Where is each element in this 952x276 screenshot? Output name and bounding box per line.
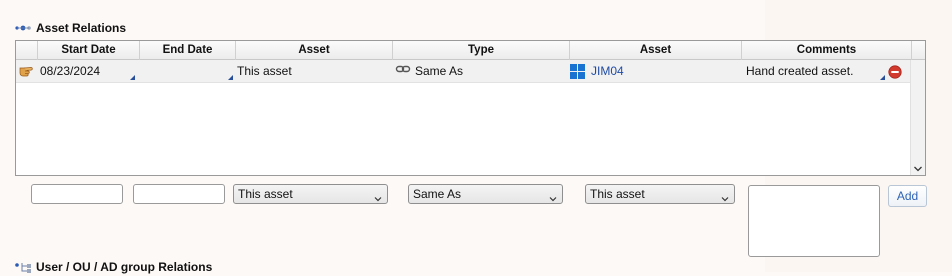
header-end-date[interactable]: End Date bbox=[140, 41, 236, 60]
header-related-asset[interactable]: Asset bbox=[570, 41, 742, 60]
cell-related-asset-link[interactable]: JIM04 bbox=[591, 60, 624, 83]
windows-icon bbox=[570, 64, 585, 87]
type-select[interactable]: Same As bbox=[408, 184, 563, 204]
header-start-date[interactable]: Start Date bbox=[38, 41, 140, 60]
scroll-down-icon[interactable] bbox=[913, 163, 923, 173]
cell-comments[interactable]: Hand created asset. bbox=[746, 60, 853, 83]
hand-pointer-icon bbox=[19, 61, 35, 84]
header-handle bbox=[16, 41, 38, 60]
table-row[interactable]: 08/23/2024 This asset Same As JIM04 Hand… bbox=[16, 60, 912, 83]
asset-relations-header: Asset Relations bbox=[14, 20, 126, 36]
edit-marker bbox=[130, 75, 135, 80]
tree-relations-icon bbox=[14, 261, 34, 273]
end-date-input[interactable] bbox=[133, 184, 225, 204]
cell-end-date[interactable] bbox=[142, 60, 234, 83]
chevron-down-icon bbox=[549, 190, 557, 202]
asset-select-value: This asset bbox=[238, 187, 293, 201]
comments-textarea[interactable] bbox=[748, 185, 880, 257]
add-button[interactable]: Add bbox=[888, 185, 927, 207]
header-type[interactable]: Type bbox=[393, 41, 570, 60]
related-asset-select-value: This asset bbox=[590, 187, 645, 201]
chevron-down-icon bbox=[374, 190, 382, 202]
grid-header: Start Date End Date Asset Type Asset Com… bbox=[16, 41, 925, 60]
asset-relations-grid: Start Date End Date Asset Type Asset Com… bbox=[15, 40, 926, 176]
type-select-value: Same As bbox=[413, 187, 462, 201]
cell-type[interactable]: Same As bbox=[415, 60, 463, 83]
relations-icon bbox=[14, 22, 34, 34]
asset-select[interactable]: This asset bbox=[233, 184, 388, 204]
cell-start-date[interactable]: 08/23/2024 bbox=[40, 60, 100, 83]
related-asset-select[interactable]: This asset bbox=[585, 184, 735, 204]
grid-scrollbar[interactable] bbox=[910, 60, 925, 175]
header-comments[interactable]: Comments bbox=[742, 41, 912, 60]
cell-asset[interactable]: This asset bbox=[237, 60, 292, 83]
edit-marker bbox=[880, 75, 885, 80]
header-asset[interactable]: Asset bbox=[236, 41, 393, 60]
edit-marker bbox=[228, 75, 233, 80]
chevron-down-icon bbox=[721, 190, 729, 202]
user-relations-header: User / OU / AD group Relations bbox=[14, 259, 212, 275]
chain-link-icon bbox=[395, 61, 411, 84]
remove-icon[interactable] bbox=[888, 64, 902, 87]
asset-relations-title: Asset Relations bbox=[36, 21, 127, 35]
start-date-input[interactable] bbox=[31, 184, 123, 204]
